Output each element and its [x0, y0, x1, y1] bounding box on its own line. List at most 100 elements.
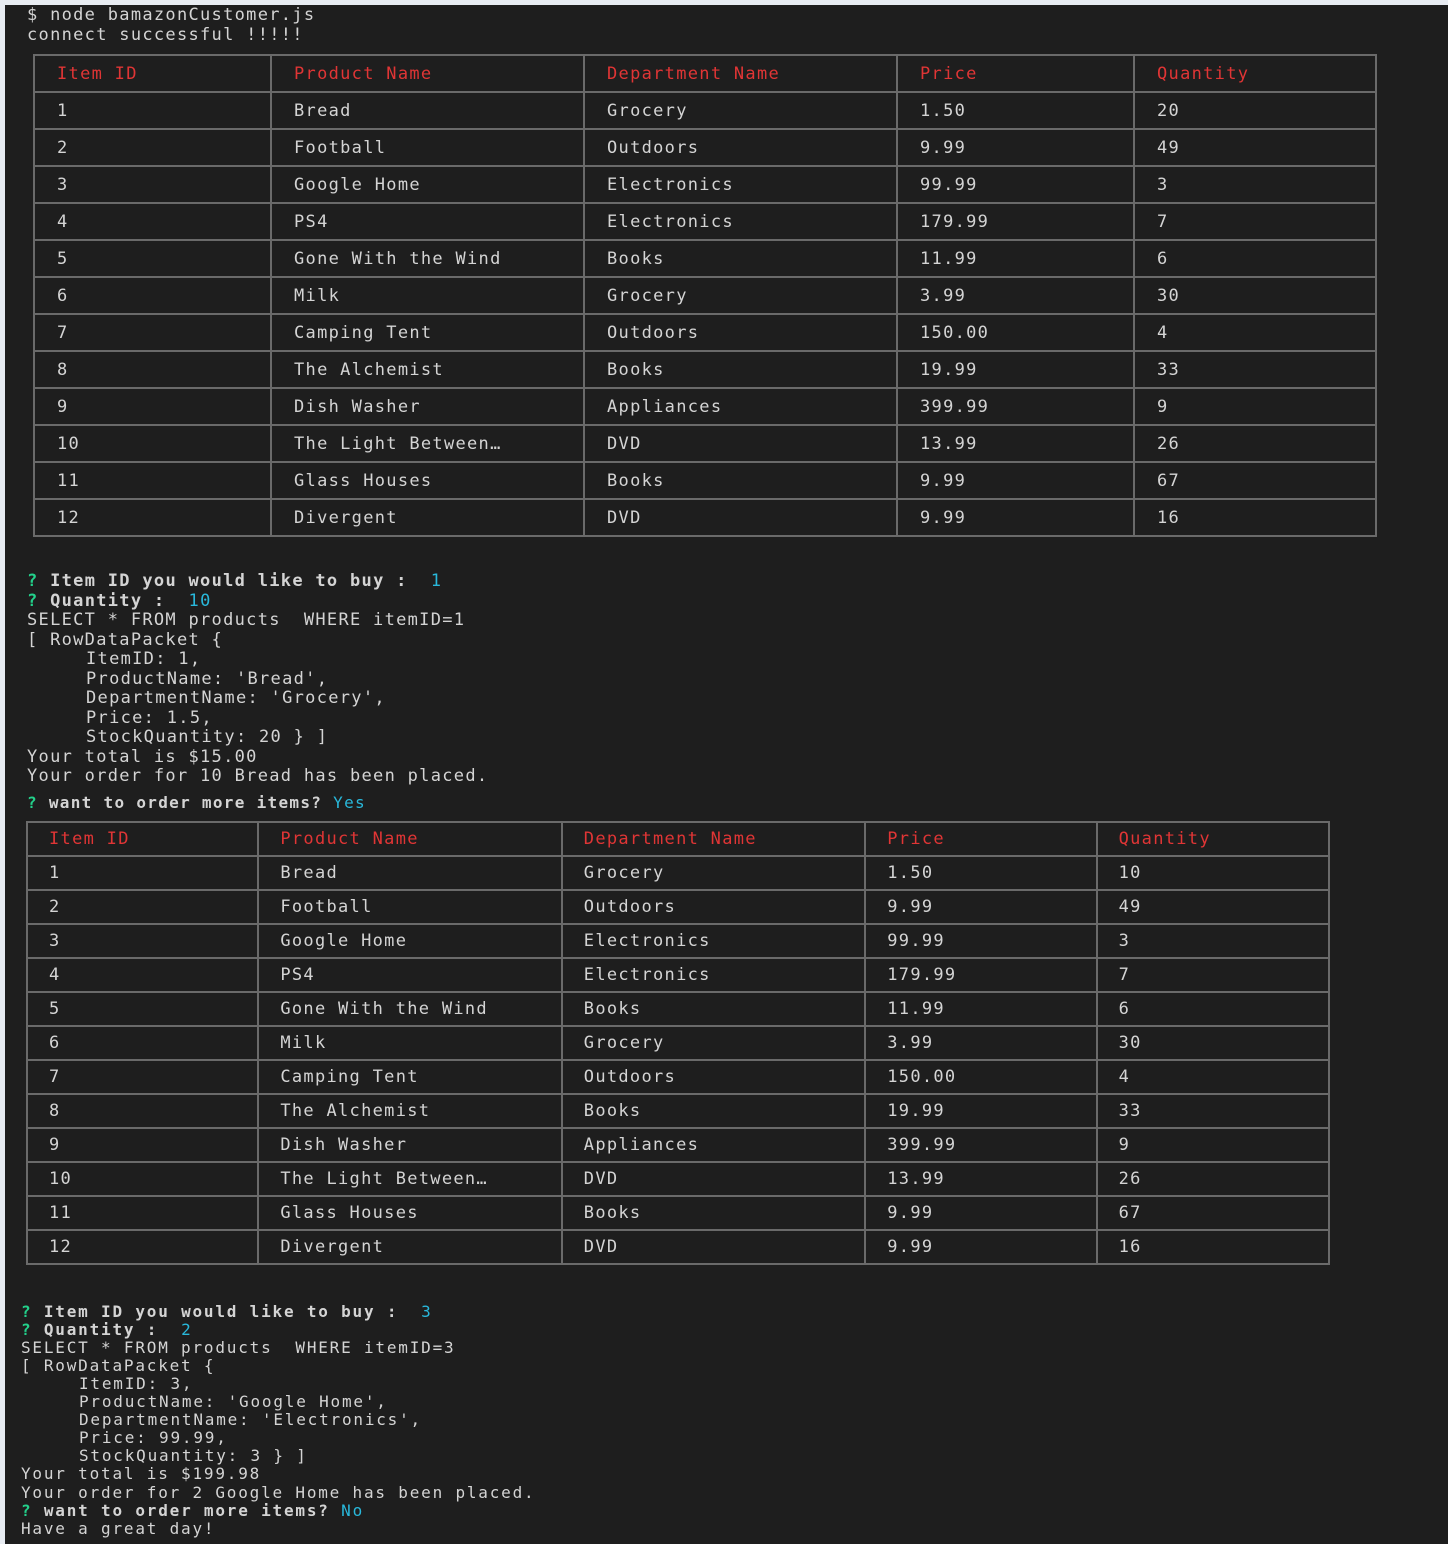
column-header-product-name: Product Name: [257, 821, 563, 857]
inventory-table-before: Item ID Product Name Department Name Price Q…: [33, 54, 1377, 537]
table-header-row: Item ID Product Name Department Name Price Q…: [33, 54, 1377, 93]
cell-price: 150.00: [864, 1059, 1098, 1095]
packet-field-price-2: Price: 99.99,: [79, 1428, 228, 1447]
cell-quantity: 7: [1095, 957, 1331, 993]
cell-product-name: Football: [257, 889, 563, 925]
table-row: 12 Divergent DVD 9.99 16: [25, 1229, 1331, 1265]
cell-department-name: Grocery: [583, 276, 898, 315]
cell-item-id: 3: [25, 923, 260, 959]
prompt-question-icon: ?: [27, 571, 39, 591]
cell-department-name: Books: [560, 1195, 867, 1231]
inventory-table-after: Item ID Product Name Department Name Price Q…: [25, 821, 1331, 1265]
sql-query-1: SELECT * FROM products WHERE itemID=1: [27, 610, 466, 630]
column-header-item-id: Item ID: [25, 821, 260, 857]
prompt-answer: 10: [188, 591, 212, 611]
cell-price: 179.99: [896, 202, 1135, 241]
cell-item-id: 7: [33, 313, 272, 352]
cell-quantity: 16: [1133, 498, 1377, 537]
cell-price: 3.99: [864, 1025, 1098, 1061]
cell-department-name: Books: [560, 1093, 867, 1129]
table-row: 2 Football Outdoors 9.99 49: [25, 889, 1331, 925]
prompt-question-text: Item ID you would like to buy :: [43, 1302, 399, 1321]
cell-item-id: 4: [25, 957, 260, 993]
cell-quantity: 16: [1095, 1229, 1331, 1265]
cell-department-name: Outdoors: [583, 313, 898, 352]
cell-department-name: DVD: [583, 424, 898, 463]
packet-field-department-2: DepartmentName: 'Electronics',: [79, 1410, 422, 1429]
cell-quantity: 9: [1133, 387, 1377, 426]
prompt-answer: No: [341, 1501, 365, 1520]
cell-price: 19.99: [896, 350, 1135, 389]
table-row: 9 Dish Washer Appliances 399.99 9: [33, 387, 1377, 426]
order-total-2: Your total is $199.98: [21, 1464, 262, 1483]
sql-query-2: SELECT * FROM products WHERE itemID=3: [21, 1338, 456, 1357]
cell-price: 11.99: [864, 991, 1098, 1027]
cell-item-id: 11: [33, 461, 272, 500]
cell-price: 19.99: [864, 1093, 1098, 1129]
column-header-price: Price: [896, 54, 1135, 93]
cell-department-name: Grocery: [583, 91, 898, 130]
cell-department-name: Books: [583, 350, 898, 389]
table-row: 11 Glass Houses Books 9.99 67: [25, 1195, 1331, 1231]
packet-field-item-id-2: ItemID: 3,: [79, 1374, 194, 1393]
cell-product-name: Dish Washer: [270, 387, 585, 426]
prompt-question-text: Quantity :: [43, 1320, 159, 1339]
cell-department-name: Grocery: [560, 1025, 867, 1061]
packet-field-department-1: DepartmentName: 'Grocery',: [86, 688, 386, 708]
terminal-window[interactable]: $ node bamazonCustomer.js connect succes…: [5, 5, 1448, 1544]
cell-price: 9.99: [896, 128, 1135, 167]
prompt-question-icon: ?: [27, 591, 39, 611]
column-header-item-id: Item ID: [33, 54, 272, 93]
table-row: 8 The Alchemist Books 19.99 33: [33, 350, 1377, 389]
table-row: 5 Gone With the Wind Books 11.99 6: [25, 991, 1331, 1027]
prompt-answer: 3: [421, 1302, 433, 1321]
cell-item-id: 5: [25, 991, 260, 1027]
cell-product-name: Google Home: [270, 165, 585, 204]
cell-product-name: Bread: [257, 855, 563, 891]
table-row: 4 PS4 Electronics 179.99 7: [25, 957, 1331, 993]
cell-price: 11.99: [896, 239, 1135, 278]
connect-message: connect successful !!!!!: [27, 25, 304, 45]
cell-product-name: Milk: [270, 276, 585, 315]
cell-price: 9.99: [864, 1229, 1098, 1265]
cell-item-id: 1: [33, 91, 272, 130]
cell-item-id: 10: [25, 1161, 260, 1197]
cell-item-id: 12: [25, 1229, 260, 1265]
cell-item-id: 5: [33, 239, 272, 278]
cell-quantity: 3: [1133, 165, 1377, 204]
command-line: $ node bamazonCustomer.js: [27, 5, 316, 25]
cell-department-name: DVD: [583, 498, 898, 537]
cell-quantity: 9: [1095, 1127, 1331, 1163]
cell-product-name: PS4: [270, 202, 585, 241]
cell-department-name: Electronics: [560, 923, 867, 959]
cell-item-id: 8: [33, 350, 272, 389]
cell-item-id: 10: [33, 424, 272, 463]
cell-product-name: The Light Between…: [257, 1161, 563, 1197]
table-row: 2 Football Outdoors 9.99 49: [33, 128, 1377, 167]
prompt-question-text: want to order more items?: [48, 793, 323, 812]
prompt-question-icon: ?: [21, 1501, 33, 1520]
table-row: 3 Google Home Electronics 99.99 3: [33, 165, 1377, 204]
cell-quantity: 33: [1133, 350, 1377, 389]
prompt-answer: Yes: [333, 793, 366, 812]
cell-item-id: 2: [25, 889, 260, 925]
cell-item-id: 4: [33, 202, 272, 241]
cell-product-name: Gone With the Wind: [257, 991, 563, 1027]
table-row: 5 Gone With the Wind Books 11.99 6: [33, 239, 1377, 278]
cell-department-name: Outdoors: [583, 128, 898, 167]
cell-item-id: 11: [25, 1195, 260, 1231]
cell-price: 99.99: [896, 165, 1135, 204]
cell-quantity: 6: [1133, 239, 1377, 278]
cell-price: 9.99: [864, 1195, 1098, 1231]
cell-quantity: 49: [1133, 128, 1377, 167]
table-row: 1 Bread Grocery 1.50 20: [33, 91, 1377, 130]
table-row: 9 Dish Washer Appliances 399.99 9: [25, 1127, 1331, 1163]
cell-price: 99.99: [864, 923, 1098, 959]
cell-price: 9.99: [896, 461, 1135, 500]
packet-field-stock-2: StockQuantity: 3 } ]: [79, 1446, 308, 1465]
row-data-packet-open-2: [ RowDataPacket {: [21, 1356, 216, 1375]
cell-product-name: Gone With the Wind: [270, 239, 585, 278]
table-row: 10 The Light Between… DVD 13.99 26: [33, 424, 1377, 463]
row-data-packet-open-1: [ RowDataPacket {: [27, 630, 224, 650]
cell-quantity: 20: [1133, 91, 1377, 130]
